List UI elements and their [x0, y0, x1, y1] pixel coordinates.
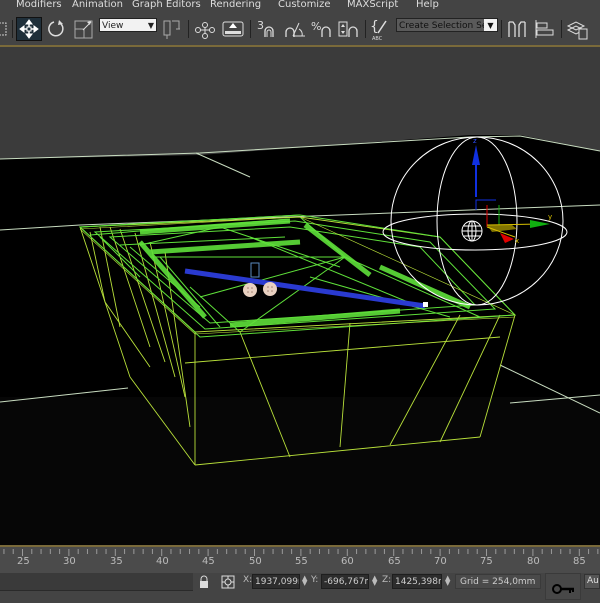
toolbar-separator [12, 20, 13, 38]
spinner-snap-icon [338, 21, 358, 37]
ground-shadow [0, 397, 600, 545]
z-label: Z: [382, 575, 392, 585]
bar-endpoint [423, 302, 428, 307]
pivot-icon [163, 20, 180, 39]
align-button[interactable] [533, 17, 557, 41]
mirror-icon [508, 21, 526, 37]
percent-snap-button[interactable]: % [310, 17, 336, 41]
scale-button[interactable] [72, 17, 96, 41]
toolbar-separator [250, 20, 251, 38]
tick-label: 60 [341, 556, 354, 567]
tick-label: 25 [17, 556, 30, 567]
align-icon [535, 20, 554, 38]
menu-customize[interactable]: Customize [278, 0, 331, 10]
main-toolbar: View ▼ 3 % {ABC Create Selection Se ▼ [0, 13, 600, 45]
z-spinner[interactable]: ▲ ▼ [445, 575, 450, 587]
transform-mode-icon [221, 575, 235, 589]
reference-coord-value: View [102, 21, 124, 31]
toolbar-separator [365, 20, 366, 38]
chevron-down-icon: ▼ [147, 21, 154, 30]
snap-toggle-button[interactable]: 3 [255, 17, 281, 41]
y-label: Y: [311, 575, 319, 585]
tick-label: 45 [202, 556, 215, 567]
toolbar-separator [188, 20, 189, 38]
edit-named-selections-button[interactable]: {ABC [368, 17, 392, 41]
svg-text:%: % [311, 20, 321, 33]
move-icon [19, 19, 39, 39]
svg-text:3: 3 [257, 19, 264, 32]
y-axis-label: y [548, 213, 552, 221]
place-icon [222, 21, 244, 37]
menu-help[interactable]: Help [416, 0, 439, 10]
layer-manager-button[interactable] [565, 17, 589, 41]
status-bar: X: 1937,099m ▲▼ Y: -696,767m ▲▼ Z: 1425,… [0, 573, 600, 600]
place-button[interactable] [221, 17, 245, 41]
select-link-button[interactable] [193, 17, 217, 41]
menu-modifiers[interactable]: Modifiers [16, 0, 62, 10]
select-link-icon [195, 22, 215, 39]
named-selection-dropdown[interactable]: Create Selection Se ▼ [396, 18, 498, 32]
tick-label: 40 [156, 556, 169, 567]
x-axis-label: x [515, 237, 519, 245]
tick-label: 75 [480, 556, 493, 567]
perspective-viewport[interactable]: z y x [0, 47, 600, 545]
toolbar-separator [561, 20, 562, 38]
move-button[interactable] [16, 17, 42, 41]
select-region-icon [0, 22, 7, 36]
menu-graph-editors[interactable]: Graph Editors [132, 0, 201, 10]
lock-icon [200, 575, 208, 588]
rotate-button[interactable] [44, 17, 68, 41]
gizmo-center-globe-icon [461, 220, 483, 242]
grid-size-display: Grid = 254,0mm [455, 574, 541, 589]
tick-label: 50 [249, 556, 262, 567]
set-key-button[interactable] [545, 573, 581, 600]
auto-key-button[interactable]: Aut [584, 574, 600, 589]
x-spinner[interactable]: ▲ ▼ [302, 575, 307, 587]
pivot-button[interactable] [161, 17, 183, 41]
mirror-button[interactable] [505, 17, 529, 41]
tick-label: 55 [295, 556, 308, 567]
y-spinner[interactable]: ▲ ▼ [372, 575, 377, 587]
menu-animation[interactable]: Animation [72, 0, 123, 10]
tick-label: 65 [388, 556, 401, 567]
menu-rendering[interactable]: Rendering [210, 0, 261, 10]
tick-label: 85 [573, 556, 586, 567]
named-selection-value: Create Selection Se [399, 21, 488, 31]
angle-snap-button[interactable] [283, 17, 309, 41]
prompt-line [0, 573, 193, 591]
absolute-mode-button[interactable] [221, 574, 235, 593]
reference-coord-dropdown[interactable]: View ▼ [99, 18, 157, 32]
menu-bar: Modifiers Animation Graph Editors Render… [0, 0, 600, 13]
scale-icon [74, 20, 93, 39]
spinner-snap-button[interactable] [337, 17, 361, 41]
tick-label: 70 [434, 556, 447, 567]
menu-maxscript[interactable]: MAXScript [347, 0, 398, 10]
layer-manager-icon [566, 21, 588, 40]
angle-snap-icon [285, 22, 305, 37]
select-region-button[interactable] [0, 17, 8, 41]
viewport-scene[interactable]: z y x [0, 47, 600, 545]
snap-3d-icon: 3 [257, 19, 274, 37]
tick-label: 35 [110, 556, 123, 567]
timeline-ruler[interactable]: 25 30 35 40 45 50 55 60 65 70 75 80 85 [0, 547, 600, 573]
named-selection-edit-icon: {ABC [370, 19, 387, 41]
svg-text:ABC: ABC [372, 36, 383, 41]
key-icon [552, 584, 574, 594]
z-coordinate-field[interactable]: 1425,398m [392, 574, 442, 589]
chevron-down-icon: ▼ [484, 19, 497, 31]
z-axis-label: z [473, 137, 477, 145]
tick-label: 80 [527, 556, 540, 567]
y-coordinate-field[interactable]: -696,767m [321, 574, 369, 589]
tick-label: 30 [63, 556, 76, 567]
lock-selection-button[interactable] [198, 574, 210, 593]
percent-snap-icon: % [311, 20, 331, 37]
x-label: X: [243, 575, 253, 585]
x-coordinate-field[interactable]: 1937,099m [252, 574, 300, 589]
toolbar-separator [501, 20, 502, 38]
rotate-icon [48, 20, 64, 37]
